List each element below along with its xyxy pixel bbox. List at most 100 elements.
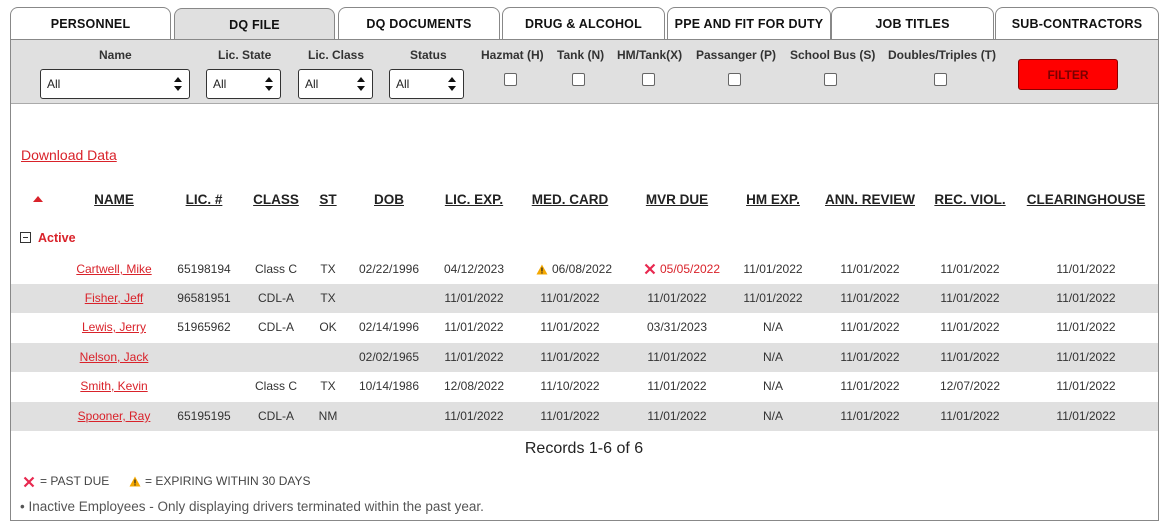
lic-class: Class C bbox=[254, 262, 298, 276]
hm-exp: 11/01/2022 bbox=[743, 291, 803, 305]
lic-class-filter-label: Lic. Class bbox=[308, 48, 365, 62]
lic-class: CDL-A bbox=[257, 409, 295, 423]
lic-class: CDL-A bbox=[257, 291, 295, 305]
col-header-mvr-due[interactable]: MVR DUE bbox=[646, 192, 708, 207]
tab-job-titles[interactable]: JOB TITLES bbox=[831, 7, 994, 40]
lic-state: TX bbox=[320, 379, 336, 393]
hm-exp: N/A bbox=[762, 379, 784, 393]
hm-exp: N/A bbox=[762, 320, 784, 334]
collapse-group-icon[interactable] bbox=[20, 232, 31, 243]
name-select[interactable]: All bbox=[40, 69, 190, 99]
hm-tank-label: HM/Tank(X) bbox=[617, 48, 683, 62]
col-header-lic-exp[interactable]: LIC. EXP. bbox=[445, 192, 503, 207]
x-mark-icon bbox=[23, 476, 35, 488]
hazmat-checkbox[interactable] bbox=[504, 73, 517, 86]
mvr-due: 11/01/2022 bbox=[647, 350, 707, 364]
col-header-dob[interactable]: DOB bbox=[374, 192, 404, 207]
tab-personnel[interactable]: PERSONNEL bbox=[10, 7, 171, 40]
lic-exp: 11/01/2022 bbox=[444, 291, 504, 305]
med-card: 11/01/2022 bbox=[540, 291, 600, 305]
rec-viol: 11/01/2022 bbox=[940, 320, 1000, 334]
lic-exp: 04/12/2023 bbox=[443, 262, 505, 276]
hm-tank-checkbox[interactable] bbox=[642, 73, 655, 86]
school-bus-checkbox[interactable] bbox=[824, 73, 837, 86]
rec-viol: 11/01/2022 bbox=[940, 262, 1000, 276]
warning-triangle-icon bbox=[536, 264, 548, 275]
ann-review: 11/01/2022 bbox=[840, 291, 900, 305]
hm-exp: N/A bbox=[762, 350, 784, 364]
filter-button[interactable]: FILTER bbox=[1018, 59, 1118, 90]
clearinghouse: 11/01/2022 bbox=[1056, 409, 1116, 423]
doubles-triples-checkbox[interactable] bbox=[934, 73, 947, 86]
mvr-due: 11/01/2022 bbox=[647, 379, 707, 393]
table-row: Spooner, Ray 65195195 CDL-A NM 11/01/202… bbox=[11, 402, 1158, 431]
passanger-checkbox[interactable] bbox=[728, 73, 741, 86]
col-header-st[interactable]: ST bbox=[319, 192, 336, 207]
hm-exp: 11/01/2022 bbox=[743, 262, 803, 276]
dob: 02/14/1996 bbox=[358, 320, 420, 334]
lic-class: Class C bbox=[254, 379, 298, 393]
col-header-hm-exp[interactable]: HM EXP. bbox=[746, 192, 800, 207]
updown-arrow-icon bbox=[357, 77, 365, 91]
status-select[interactable]: All bbox=[389, 69, 464, 99]
col-header-rec-viol[interactable]: REC. VIOL. bbox=[934, 192, 1005, 207]
lic-state-select[interactable]: All bbox=[206, 69, 281, 99]
lic-state-filter-label: Lic. State bbox=[218, 48, 272, 62]
clearinghouse: 11/01/2022 bbox=[1056, 262, 1116, 276]
lic-number: 65195195 bbox=[177, 409, 231, 423]
driver-name-link[interactable]: Lewis, Jerry bbox=[82, 313, 146, 342]
tank-label: Tank (N) bbox=[557, 48, 605, 62]
driver-name-link[interactable]: Cartwell, Mike bbox=[76, 255, 151, 284]
col-header-clearinghouse[interactable]: CLEARINGHOUSE bbox=[1027, 192, 1146, 207]
tab-dq-documents[interactable]: DQ DOCUMENTS bbox=[338, 7, 500, 40]
tank-checkbox[interactable] bbox=[572, 73, 585, 86]
clearinghouse: 11/01/2022 bbox=[1056, 379, 1116, 393]
dob: 10/14/1986 bbox=[358, 379, 420, 393]
mvr-due: 03/31/2023 bbox=[646, 320, 708, 334]
lic-exp: 11/01/2022 bbox=[444, 409, 504, 423]
driver-name-link[interactable]: Smith, Kevin bbox=[80, 372, 147, 401]
ann-review: 11/01/2022 bbox=[840, 409, 900, 423]
table-row: Lewis, Jerry 51965962 CDL-A OK 02/14/199… bbox=[11, 313, 1158, 342]
status-filter-label: Status bbox=[410, 48, 447, 62]
download-data-link[interactable]: Download Data bbox=[21, 147, 117, 163]
med-card: 11/01/2022 bbox=[540, 320, 600, 334]
ann-review: 11/01/2022 bbox=[840, 350, 900, 364]
tab-dq-file[interactable]: DQ FILE bbox=[174, 8, 335, 41]
table-row: Cartwell, Mike 65198194 Class C TX 02/22… bbox=[11, 255, 1158, 284]
col-header-name[interactable]: NAME bbox=[94, 192, 134, 207]
updown-arrow-icon bbox=[174, 77, 182, 91]
ann-review: 11/01/2022 bbox=[840, 320, 900, 334]
rec-viol: 11/01/2022 bbox=[940, 291, 1000, 305]
lic-class-select[interactable]: All bbox=[298, 69, 373, 99]
col-header-med-card[interactable]: MED. CARD bbox=[532, 192, 609, 207]
table-row: Smith, Kevin Class C TX 10/14/1986 12/08… bbox=[11, 372, 1158, 401]
driver-name-link[interactable]: Fisher, Jeff bbox=[85, 284, 143, 313]
lic-number: 96581951 bbox=[177, 291, 231, 305]
ann-review: 11/01/2022 bbox=[840, 379, 900, 393]
tab-drug-alcohol[interactable]: DRUG & ALCOHOL bbox=[502, 7, 665, 40]
med-card-cell: 06/08/2022 bbox=[536, 255, 612, 284]
name-select-value: All bbox=[47, 77, 61, 91]
tab-ppe-fit-for-duty[interactable]: PPE AND FIT FOR DUTY bbox=[667, 7, 831, 40]
clearinghouse: 11/01/2022 bbox=[1056, 350, 1116, 364]
rec-viol: 11/01/2022 bbox=[940, 350, 1000, 364]
group-label-active: Active bbox=[38, 231, 76, 245]
warning-triangle-icon bbox=[129, 476, 141, 487]
inactive-employees-note: • Inactive Employees - Only displaying d… bbox=[20, 499, 484, 514]
col-header-lic[interactable]: LIC. # bbox=[186, 192, 223, 207]
med-card: 06/08/2022 bbox=[551, 262, 613, 276]
sort-up-icon[interactable] bbox=[32, 195, 44, 203]
mvr-due: 11/01/2022 bbox=[647, 291, 707, 305]
table-row: Fisher, Jeff 96581951 CDL-A TX 11/01/202… bbox=[11, 284, 1158, 313]
driver-name-link[interactable]: Spooner, Ray bbox=[78, 402, 151, 431]
tab-sub-contractors[interactable]: SUB-CONTRACTORS bbox=[995, 7, 1159, 40]
col-header-ann-review[interactable]: ANN. REVIEW bbox=[825, 192, 915, 207]
mvr-due-cell: 05/05/2022 bbox=[644, 255, 720, 284]
med-card: 11/10/2022 bbox=[540, 379, 600, 393]
tab-bar: PERSONNEL DQ FILE DQ DOCUMENTS DRUG & AL… bbox=[10, 7, 1159, 41]
driver-name-link[interactable]: Nelson, Jack bbox=[80, 343, 149, 372]
hm-exp: N/A bbox=[762, 409, 784, 423]
lic-state: OK bbox=[319, 320, 337, 334]
col-header-class[interactable]: CLASS bbox=[253, 192, 299, 207]
